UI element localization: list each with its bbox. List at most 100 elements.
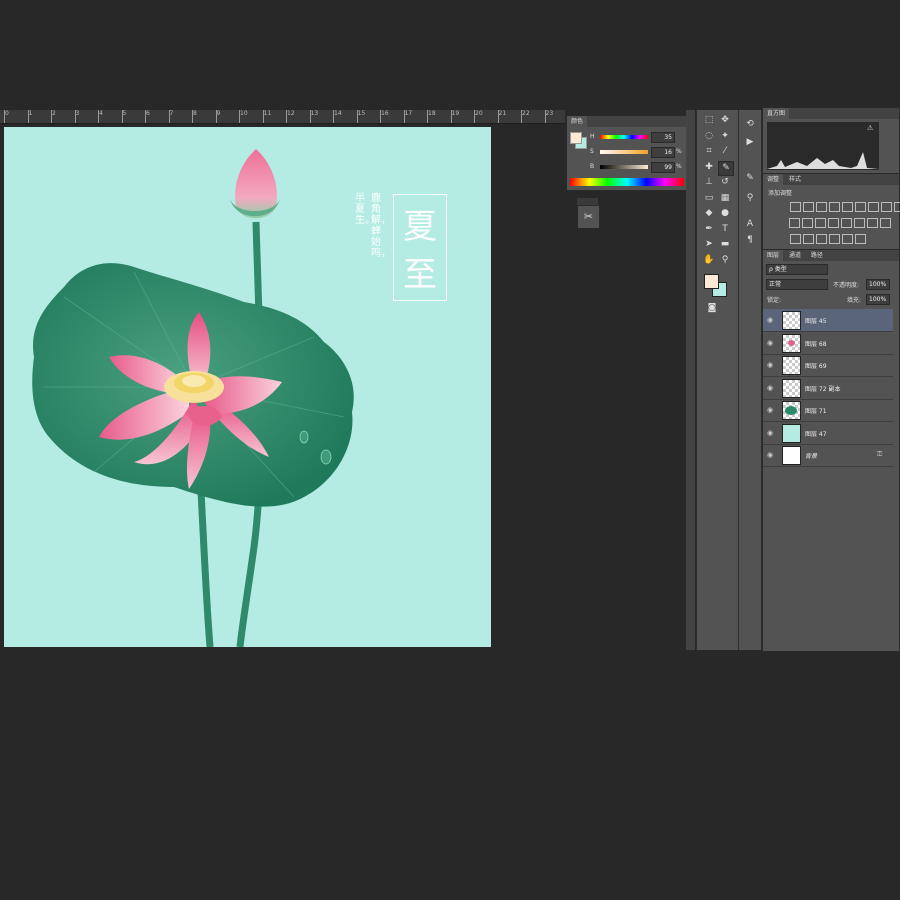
adjustment-icon[interactable]	[881, 202, 892, 212]
eyedropper-icon[interactable]: ⁄	[718, 145, 732, 158]
color-spectrum-bar[interactable]	[570, 178, 684, 186]
adjustment-icon[interactable]	[816, 234, 827, 244]
tab-color[interactable]: 颜色	[567, 116, 588, 127]
layer-row[interactable]: ◉ 背景 ⚿	[763, 444, 893, 467]
quick-mask-icon[interactable]: ◙	[705, 302, 719, 315]
fill-input[interactable]: 100%	[866, 294, 890, 305]
adjustment-icon[interactable]	[855, 234, 866, 244]
tab-paths[interactable]: 路径	[807, 250, 827, 261]
visibility-eye-icon[interactable]: ◉	[767, 339, 773, 347]
document-canvas[interactable]: 夏 至 鹿角解，蝉始鸣， 半夏生。	[4, 127, 491, 647]
toolbar-foreground-color[interactable]	[704, 274, 719, 289]
move-icon[interactable]: ✥	[718, 114, 732, 127]
tab-styles[interactable]: 样式	[785, 174, 805, 185]
layer-row[interactable]: ◉ 图层 72 副本	[763, 377, 893, 400]
layer-name: 图层 47	[805, 430, 827, 438]
zoom-icon[interactable]: ⚲	[718, 254, 732, 267]
color-panel[interactable]: 颜色 H 35 S 16 % B 99 %	[566, 115, 689, 191]
tool-preset-button[interactable]: ✂	[577, 205, 600, 229]
adjustment-icon[interactable]	[789, 218, 800, 228]
blur-icon[interactable]: ◆	[702, 207, 716, 220]
foreground-swatch[interactable]	[570, 132, 582, 144]
lasso-icon[interactable]: ◌	[702, 130, 716, 143]
saturation-value[interactable]: 16	[651, 147, 675, 158]
actions-icon[interactable]: ▶	[743, 136, 757, 149]
opacity-input[interactable]: 100%	[866, 279, 890, 290]
healing-icon[interactable]: ✚	[702, 161, 716, 174]
paragraph-icon[interactable]: ¶	[743, 234, 757, 247]
brightness-row[interactable]: B 99 %	[590, 162, 686, 173]
histogram-panel[interactable]: 直方图 ⚠	[762, 107, 900, 174]
visibility-eye-icon[interactable]: ◉	[767, 384, 773, 392]
adjustment-icon[interactable]	[828, 218, 839, 228]
adjustments-panel[interactable]: 调整 样式 添加调整	[762, 173, 900, 250]
adjustment-icon[interactable]	[829, 202, 840, 212]
tab-channels[interactable]: 通道	[785, 250, 805, 261]
warning-icon[interactable]: ⚠	[867, 124, 873, 132]
brightness-slider[interactable]	[600, 165, 648, 169]
tab-adjustments[interactable]: 调整	[763, 174, 784, 185]
adjustment-icon[interactable]	[803, 202, 814, 212]
history-brush-icon[interactable]: ↺	[718, 176, 732, 189]
crop-icon[interactable]: ⌗	[702, 145, 716, 158]
visibility-eye-icon[interactable]: ◉	[767, 429, 773, 437]
tab-histogram[interactable]: 直方图	[763, 108, 790, 119]
dodge-icon[interactable]: ●	[718, 207, 732, 220]
adjustment-icon[interactable]	[803, 234, 814, 244]
horizontal-ruler: 0 1 2 3 4 5 6 7 8 9 10 11 12 13 14 15 16 17 18 19 20 21 22 23	[0, 110, 565, 124]
adjustment-icon[interactable]	[855, 202, 866, 212]
adjustment-icon[interactable]	[894, 202, 900, 212]
adjustment-icon[interactable]	[842, 234, 853, 244]
layer-row[interactable]: ◉ 图层 68	[763, 332, 893, 355]
adjustment-icon[interactable]	[816, 202, 827, 212]
adjustment-icon[interactable]	[829, 234, 840, 244]
mini-panel-header[interactable]	[577, 198, 598, 205]
adjustment-icon[interactable]	[880, 218, 891, 228]
brush-settings-icon[interactable]: ✎	[743, 172, 757, 185]
layer-row[interactable]: ◉ 图层 45	[763, 309, 893, 332]
title-frame: 夏 至	[393, 194, 447, 301]
layers-panel[interactable]: 图层 通道 路径 ρ 类型 正常 不透明度: 100% 锁定: 填充: 100%…	[762, 249, 900, 652]
layer-row[interactable]: ◉ 图层 69	[763, 354, 893, 377]
hand-icon[interactable]: ✋	[702, 254, 716, 267]
hue-slider[interactable]	[600, 135, 648, 139]
saturation-row[interactable]: S 16 %	[590, 147, 686, 158]
saturation-slider[interactable]	[600, 150, 648, 154]
path-select-icon[interactable]: ➤	[702, 238, 716, 251]
adjustment-icon[interactable]	[790, 234, 801, 244]
stamp-icon[interactable]: ⊥	[702, 176, 716, 189]
adjustment-icon[interactable]	[815, 218, 826, 228]
layer-row[interactable]: ◉ 图层 71	[763, 399, 893, 422]
marquee-icon[interactable]: ⬚	[702, 114, 716, 127]
clone-source-icon[interactable]: ⚲	[743, 192, 757, 205]
adjustment-icon[interactable]	[790, 202, 801, 212]
adjustment-icon[interactable]	[867, 218, 878, 228]
shape-icon[interactable]: ▬	[718, 238, 732, 251]
adjustment-icon[interactable]	[841, 218, 852, 228]
pen-icon[interactable]: ✒	[702, 223, 716, 236]
magic-wand-icon[interactable]: ✦	[718, 130, 732, 143]
tab-layers[interactable]: 图层	[763, 250, 784, 261]
history-icon[interactable]: ⟲	[743, 118, 757, 131]
hue-value[interactable]: 35	[651, 132, 675, 143]
type-icon[interactable]: T	[718, 223, 732, 236]
adjustment-icon[interactable]	[854, 218, 865, 228]
ruler-label: 18	[428, 110, 436, 117]
layer-filter-select[interactable]: ρ 类型	[766, 264, 828, 275]
adjustment-icon[interactable]	[868, 202, 879, 212]
visibility-eye-icon[interactable]: ◉	[767, 316, 773, 324]
eraser-icon[interactable]: ▭	[702, 192, 716, 205]
ruler-mark	[380, 110, 381, 123]
visibility-eye-icon[interactable]: ◉	[767, 361, 773, 369]
gradient-icon[interactable]: ▦	[718, 192, 732, 205]
brush-icon[interactable]: ✎	[718, 160, 734, 176]
brightness-value[interactable]: 99	[651, 162, 675, 173]
visibility-eye-icon[interactable]: ◉	[767, 451, 773, 459]
adjustment-icon[interactable]	[802, 218, 813, 228]
layer-row[interactable]: ◉ 图层 47	[763, 422, 893, 445]
character-icon[interactable]: A	[743, 218, 757, 231]
visibility-eye-icon[interactable]: ◉	[767, 406, 773, 414]
hue-row[interactable]: H 35	[590, 132, 686, 143]
blend-mode-select[interactable]: 正常	[766, 279, 828, 290]
adjustment-icon[interactable]	[842, 202, 853, 212]
